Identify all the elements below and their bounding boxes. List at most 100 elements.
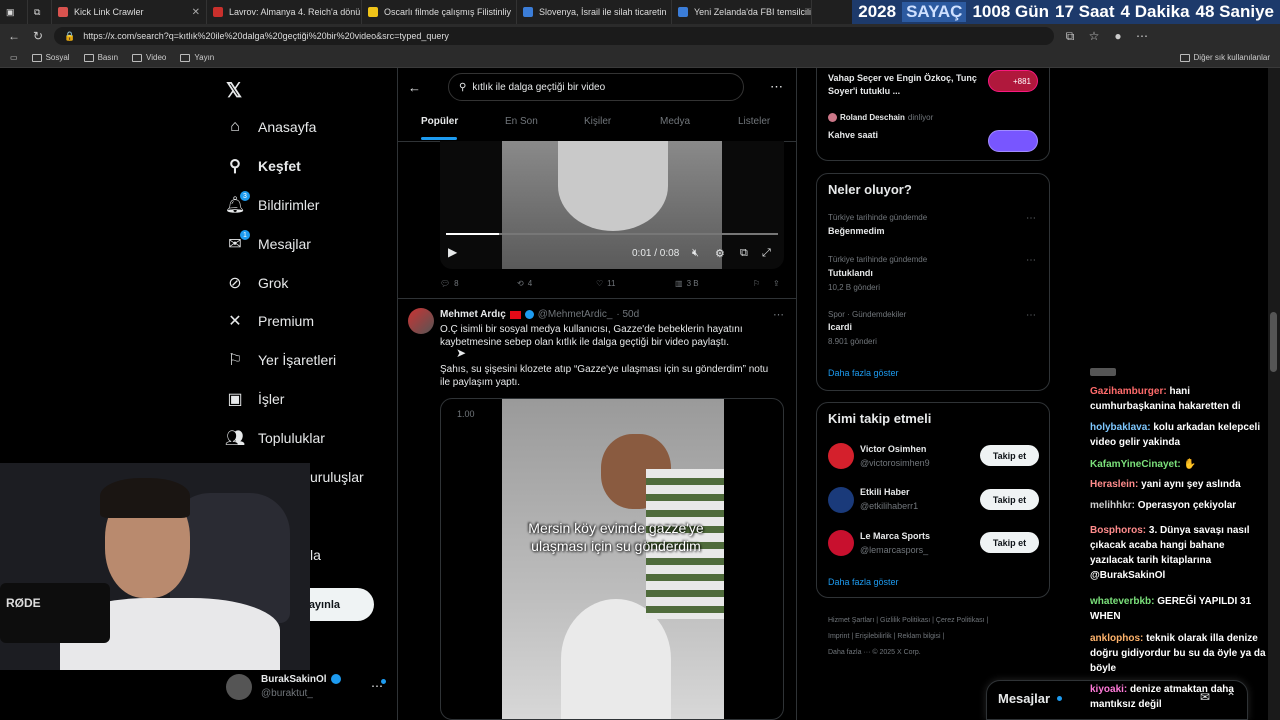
trend-meta: Türkiye tarihinde gündemde: [828, 255, 928, 264]
space-title-2[interactable]: Kahve saati: [828, 130, 878, 140]
reply-button[interactable]: 💬︎ 8: [440, 279, 459, 288]
nav-more-partial[interactable]: la: [310, 547, 321, 563]
fullscreen-icon[interactable]: ⤢: [762, 247, 771, 260]
tweet-header: Mehmet Ardıç @MehmetArdic_ · 50d: [440, 309, 639, 320]
tweet-more-icon[interactable]: ⋯: [773, 308, 784, 321]
tab-media[interactable]: Medya: [660, 116, 690, 127]
tab-lists[interactable]: Listeler: [738, 116, 770, 127]
footer-link[interactable]: Gizlilik Politikası: [880, 617, 930, 624]
footer-link[interactable]: Hizmet Şartları: [828, 617, 874, 624]
browser-tab[interactable]: Oscarlı filmde çalışmış Filistinliy✕: [362, 0, 517, 24]
tab-people[interactable]: Kişiler: [584, 116, 611, 127]
trend-title[interactable]: Tutuklandı: [828, 268, 873, 278]
back-arrow-icon[interactable]: ←: [408, 80, 421, 95]
nav-messages[interactable]: ✉ 1 Mesajlar: [226, 230, 311, 256]
play-icon[interactable]: ▶: [448, 245, 457, 259]
video-progress-fill: [446, 233, 499, 235]
trends-show-more[interactable]: Daha fazla göster: [828, 368, 899, 378]
bookmark-folder[interactable]: Basın: [83, 53, 118, 62]
suggested-name[interactable]: Etkili Haber: [860, 487, 910, 497]
suggested-name[interactable]: Le Marca Sports: [860, 531, 930, 541]
search-more-icon[interactable]: ⋯: [770, 79, 783, 95]
mute-icon[interactable]: 🔇︎: [692, 247, 699, 260]
video-player[interactable]: ▶ 0:01 / 0:08 🔇︎ ⚙ ⧉ ⤢: [440, 141, 784, 269]
tab-latest[interactable]: En Son: [505, 116, 538, 127]
trend-title[interactable]: Beğenmedim: [828, 226, 885, 236]
bookmark-folder[interactable]: Video: [132, 53, 166, 62]
nav-notifications[interactable]: 🔔︎ 3 Bildirimler: [225, 191, 319, 217]
counter-label: SAYAÇ: [902, 2, 967, 22]
author-avatar[interactable]: [408, 308, 434, 334]
trend-more-icon[interactable]: ⋯: [1026, 213, 1036, 224]
other-bookmarks[interactable]: Diğer sık kullanılanlar: [1179, 53, 1270, 62]
menu-icon[interactable]: ⋯: [1134, 29, 1150, 43]
browser-tab[interactable]: Lavrov: Almanya 4. Reich'a dönü✕: [207, 0, 362, 24]
bookmark-tweet-icon[interactable]: ⚐: [753, 279, 760, 288]
suggested-avatar[interactable]: [828, 487, 854, 513]
browser-tab[interactable]: Yeni Zelanda'da FBI temsilciliği: [672, 0, 812, 24]
suggested-avatar[interactable]: [828, 530, 854, 556]
url-field[interactable]: 🔒 https://x.com/search?q=kıtlık%20ile%20d…: [54, 27, 1054, 45]
nav-premium[interactable]: ✕ Premium: [226, 309, 314, 333]
browser-tab[interactable]: Kick Link Crawler ✕: [52, 0, 207, 24]
retweet-count: 4: [527, 279, 533, 288]
x-logo-icon[interactable]: 𝕏: [226, 78, 242, 103]
nav-grok[interactable]: ⊘ Grok: [226, 271, 288, 295]
refresh-icon[interactable]: ↻: [30, 29, 46, 43]
footer-link[interactable]: Imprint: [828, 633, 849, 640]
suggested-name[interactable]: Victor Osimhen: [860, 444, 926, 454]
nav-organizations-partial[interactable]: uruluşlar: [310, 469, 364, 485]
tab-actions-icon[interactable]: ⧉: [28, 0, 52, 24]
tab-close-icon[interactable]: ✕: [192, 7, 200, 18]
bookmark-folder[interactable]: Yayın: [180, 53, 214, 62]
retweet-button[interactable]: ⟲ 4: [517, 279, 532, 288]
scrollbar-thumb[interactable]: [1270, 312, 1277, 372]
nav-home[interactable]: ⌂ Anasayfa: [226, 115, 316, 139]
footer-link[interactable]: Çerez Politikası: [936, 617, 985, 624]
settings-icon[interactable]: ⚙: [715, 247, 725, 260]
space-listeners-badge[interactable]: +881: [988, 70, 1038, 92]
pip-icon[interactable]: ⧉: [740, 247, 748, 260]
follow-button[interactable]: Takip et: [980, 489, 1039, 510]
author-handle[interactable]: @MehmetArdic_: [538, 309, 613, 320]
trend-more-icon[interactable]: ⋯: [1026, 255, 1036, 266]
chat-message: Heraslein: yani aynı şey aslında: [1090, 477, 1270, 492]
suggested-avatar[interactable]: [828, 443, 854, 469]
space-avatars-badge[interactable]: [988, 130, 1038, 152]
nav-explore[interactable]: ⚲ Keşfet: [226, 154, 301, 178]
nav-bookmarks[interactable]: ⚐ Yer İşaretleri: [226, 348, 336, 372]
user-avatar-icon[interactable]: ●: [1110, 29, 1126, 43]
browser-tab[interactable]: Slovenya, İsrail ile silah ticaretin✕: [517, 0, 672, 24]
who-show-more[interactable]: Daha fazla göster: [828, 577, 899, 587]
views-button[interactable]: ▥ 3 B: [675, 279, 699, 288]
search-input[interactable]: ⚲ kıtlık ile dalga geçtiği bir video: [448, 73, 744, 101]
trends-title: Neler oluyor?: [828, 182, 912, 197]
share-icon[interactable]: ⇪: [773, 279, 780, 288]
follow-button[interactable]: Takip et: [980, 532, 1039, 553]
nav-jobs[interactable]: ▣ İşler: [226, 387, 284, 411]
footer-link[interactable]: Erişilebilirlik: [855, 633, 892, 640]
tweet-video[interactable]: 1.00 Mersin köy evimde gazze'ye ulaşması…: [440, 398, 784, 720]
extensions-icon[interactable]: ⧉: [1062, 29, 1078, 44]
profile-icon[interactable]: ▣: [0, 0, 28, 24]
url-text: https://x.com/search?q=kıtlık%20ile%20da…: [83, 31, 449, 41]
like-button[interactable]: ♡ 11: [596, 279, 615, 288]
nav-communities[interactable]: 👥︎ Topluluklar: [225, 426, 325, 450]
favorites-icon[interactable]: ☆: [1086, 29, 1102, 43]
author-name[interactable]: Mehmet Ardıç: [440, 309, 506, 320]
back-icon[interactable]: ←: [6, 29, 22, 43]
bookmark-folder[interactable]: Sosyal: [31, 53, 70, 62]
host-name: Roland Deschain: [840, 113, 905, 122]
tab-popular[interactable]: Popüler: [421, 116, 458, 127]
bookmark-label: Yayın: [194, 53, 215, 62]
tweet-text-2: Şahıs, su şişesini klozete atıp “Gazze'y…: [440, 364, 769, 388]
footer-link[interactable]: Reklam bilgisi: [897, 633, 940, 640]
space-title[interactable]: Vahap Seçer ve Engin Özkoç, Tunç Soyer'i…: [828, 72, 978, 98]
retweet-icon: ⟲: [517, 279, 524, 288]
account-avatar[interactable]: [226, 674, 252, 700]
trend-more-icon[interactable]: ⋯: [1026, 310, 1036, 321]
follow-button[interactable]: Takip et: [980, 445, 1039, 466]
heart-icon: ♡: [596, 279, 604, 288]
footer-link[interactable]: Daha fazla ···: [828, 649, 870, 656]
trend-title[interactable]: Icardi: [828, 322, 852, 332]
